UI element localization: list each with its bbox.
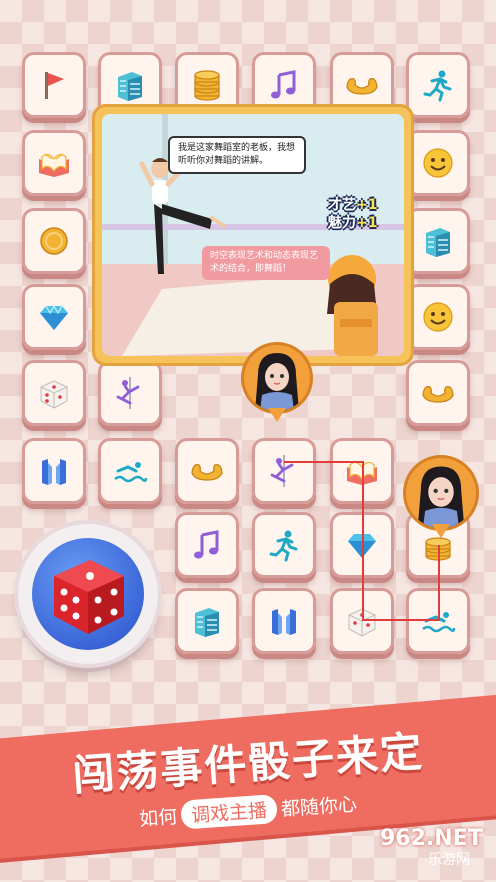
muscle-icon [419, 374, 457, 412]
tile-smiley-2[interactable] [406, 284, 470, 350]
tile-runner[interactable] [406, 52, 470, 118]
tile-muscle-right[interactable] [406, 360, 470, 426]
opponent-avatar[interactable] [406, 458, 476, 528]
stat-talent: 才艺+1 [328, 197, 378, 213]
tile-diamond[interactable] [22, 284, 86, 350]
tile-flag[interactable] [22, 52, 86, 118]
runner-icon [419, 66, 457, 104]
tile-swimmer[interactable] [98, 438, 162, 504]
muscle-icon [343, 66, 381, 104]
tile-book[interactable] [22, 130, 86, 196]
roll-dice-button[interactable] [18, 524, 158, 664]
diamond-icon [35, 298, 73, 336]
speech-bubble: 我是这家舞蹈室的老板，我想听听你对舞蹈的讲解。 [168, 136, 306, 174]
smiley-icon [419, 298, 457, 336]
subline-after: 都随你心 [280, 793, 358, 821]
buildings-icon [419, 222, 457, 260]
muscle-icon [188, 452, 226, 490]
tile-pole-dance[interactable] [98, 360, 162, 426]
music-note-icon [265, 66, 303, 104]
tile-music-2[interactable] [175, 512, 239, 578]
music-note-icon [188, 526, 226, 564]
subline-before: 如何 [138, 805, 179, 831]
watermark-brand: 962.NET [380, 826, 483, 851]
tile-smiley[interactable] [406, 130, 470, 196]
tile-pole-dance-2[interactable] [252, 438, 316, 504]
stat-charm: 魅力+1 [328, 215, 378, 231]
gate-icon [265, 602, 303, 640]
watermark-site: 乐游网 [428, 852, 470, 868]
dance-studio-scene: 我是这家舞蹈室的老板，我想听听你对舞蹈的讲解。 时空表现艺术和动态表现艺术的结合… [102, 114, 404, 356]
buildings-icon [188, 602, 226, 640]
tile-muscle-3[interactable] [175, 438, 239, 504]
pole-dance-icon [265, 452, 303, 490]
buildings-icon [111, 66, 149, 104]
dice-icon [35, 374, 73, 412]
tile-buildings-3[interactable] [175, 588, 239, 654]
reply-bubble: 时空表现艺术和动态表现艺术的结合，即舞蹈！ [202, 246, 330, 280]
avatar-pointer [268, 408, 286, 422]
smiley-icon [419, 144, 457, 182]
avatar-portrait-icon [417, 466, 465, 528]
tile-gate-2[interactable] [252, 588, 316, 654]
gate-icon [35, 452, 73, 490]
avatar-portrait-icon [255, 353, 299, 411]
tile-coin[interactable] [22, 208, 86, 274]
swimmer-icon [111, 452, 149, 490]
player-avatar[interactable] [244, 345, 310, 411]
tile-dice[interactable] [22, 360, 86, 426]
tile-buildings-right[interactable] [406, 208, 470, 274]
watermark: 962.NET 乐游网 [380, 826, 492, 878]
book-icon [35, 144, 73, 182]
avatar-pointer [432, 524, 450, 538]
flag-icon [35, 66, 73, 104]
coin-icon [35, 222, 73, 260]
dice-icon [54, 560, 124, 634]
story-panel: 我是这家舞蹈室的老板，我想听听你对舞蹈的讲解。 时空表现艺术和动态表现艺术的结合… [92, 104, 414, 366]
tile-gate[interactable] [22, 438, 86, 504]
coin-stack-icon [188, 66, 226, 104]
pole-dance-icon [111, 374, 149, 412]
runner-icon [265, 526, 303, 564]
tile-runner-2[interactable] [252, 512, 316, 578]
